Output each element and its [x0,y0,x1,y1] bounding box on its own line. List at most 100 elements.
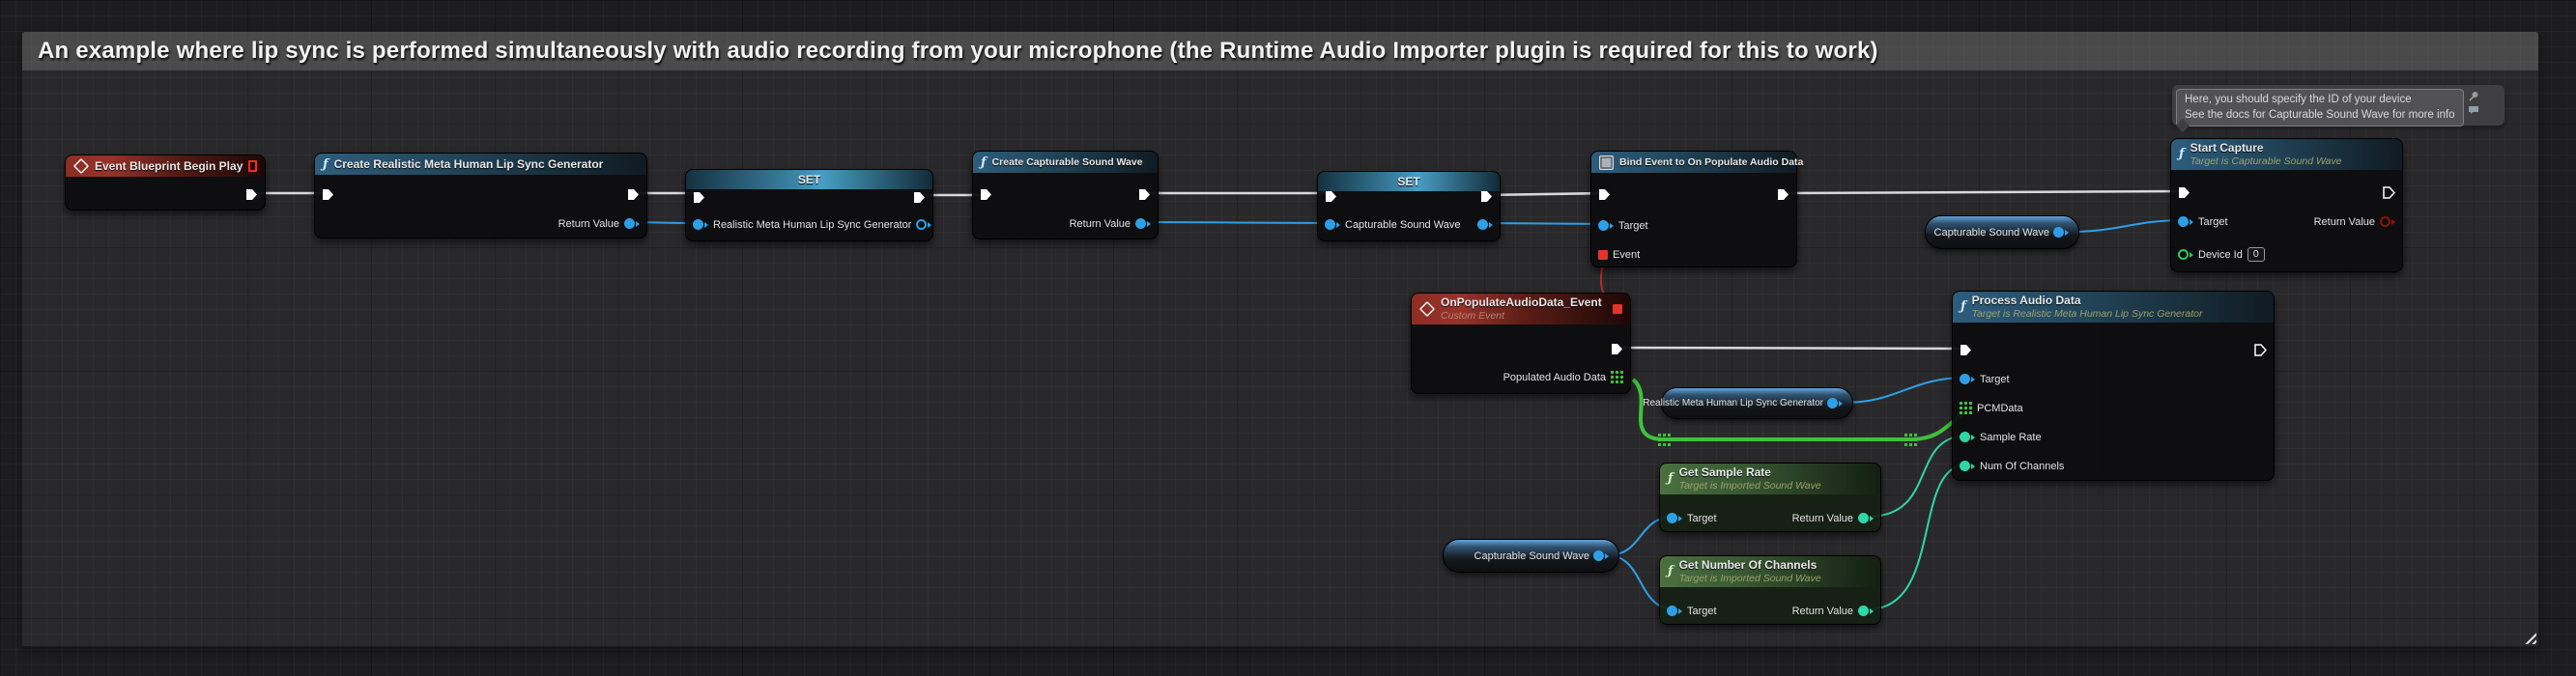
value-in-pin[interactable] [693,219,708,230]
function-icon: ƒ [1668,565,1674,577]
event-delegate-pin[interactable] [1598,250,1608,260]
target-pin[interactable] [1667,513,1682,523]
pin-label: Sample Rate [1980,432,2042,443]
blueprint-graph[interactable]: An example where lip sync is performed s… [0,0,2576,676]
device-id-input[interactable]: 0 [2247,247,2265,262]
exec-out-pin[interactable] [2383,186,2395,199]
exec-in-pin[interactable] [1598,188,1611,201]
node-create-capturable-sound-wave[interactable]: ƒ Create Capturable Sound Wave Return Va… [972,151,1159,239]
exec-in-pin[interactable] [322,188,334,201]
bubble-line1: Here, you should specify the ID of your … [2185,93,2455,108]
node-title: Bind Event to On Populate Audio Data [1619,156,1803,168]
target-pin[interactable] [1667,606,1682,616]
pin-label: Device Id [2198,249,2243,261]
node-title: Get Sample Rate [1679,466,1821,480]
node-title: SET [798,173,820,186]
exec-in-pin[interactable] [980,188,992,201]
comment-bubble-icon[interactable] [2468,105,2479,115]
node-title: Create Realistic Meta Human Lip Sync Gen… [334,157,604,171]
node-process-audio-data[interactable]: ƒ Process Audio Data Target is Realistic… [1952,291,2275,481]
node-bind-event[interactable]: Bind Event to On Populate Audio Data Tar… [1590,151,1797,268]
comment-title: An example where lip sync is performed s… [38,38,1878,65]
exec-out-pin[interactable] [1480,190,1493,203]
pin-label: PCMData [1977,403,2023,414]
node-title: Process Audio Data [1972,295,2203,308]
delegate-pin[interactable] [1613,304,1622,314]
pin-label: Target [1687,513,1717,524]
node-event-begin-play[interactable]: Event Blueprint Begin Play [65,155,266,211]
exec-in-pin[interactable] [2178,186,2190,199]
pin-label: Num Of Channels [1980,461,2064,472]
var-get-lipsync-generator[interactable]: Realistic Meta Human Lip Sync Generator [1661,387,1853,419]
return-value-pin[interactable] [1858,606,1874,616]
node-title: SET [1397,175,1419,188]
exec-out-pin[interactable] [2254,344,2267,356]
target-pin[interactable] [2178,216,2193,227]
pin-label: Return Value [558,218,619,230]
node-set-capturable-sound-wave[interactable]: SET Capturable Sound Wave [1317,171,1501,241]
node-title: Start Capture [2190,142,2342,155]
comment-titlebar[interactable]: An example where lip sync is performed s… [22,32,2538,70]
function-icon: ƒ [2179,148,2185,160]
pin-label: Target [1618,220,1648,232]
pin-label: Return Value [1792,513,1853,524]
var-get-capturable-sound-wave[interactable]: Capturable Sound Wave [1925,215,2079,249]
bind-event-icon [1599,155,1614,170]
reroute-node[interactable] [1658,434,1671,446]
node-custom-event[interactable]: OnPopulateAudioData_Event Custom Event P… [1411,293,1631,394]
variable-label: Realistic Meta Human Lip Sync Generator [1643,398,1823,408]
pushpin-icon[interactable] [2468,91,2479,102]
value-out-pin[interactable] [1477,219,1493,230]
exec-out-pin[interactable] [245,188,258,201]
target-pin[interactable] [1598,220,1614,231]
event-icon [73,158,89,174]
delegate-pin[interactable] [248,160,257,172]
node-get-number-of-channels[interactable]: ƒ Get Number Of Channels Target is Impor… [1659,555,1881,625]
exec-out-pin[interactable] [913,191,926,204]
pin-label: Event [1613,249,1640,261]
node-set-lipsync-generator[interactable]: SET Realistic Meta Human Lip Sync Genera… [685,169,933,241]
value-out-pin[interactable] [916,219,931,230]
pin-label: Populated Audio Data [1503,372,1606,383]
reroute-node[interactable] [1904,434,1917,446]
node-start-capture[interactable]: ƒ Start Capture Target is Capturable Sou… [2170,138,2403,272]
exec-out-pin[interactable] [1777,188,1789,201]
return-value-pin[interactable] [624,218,640,229]
exec-out-pin[interactable] [627,188,640,201]
return-value-pin[interactable] [1858,513,1874,523]
exec-in-pin[interactable] [1960,344,1972,356]
value-out-pin[interactable] [1593,550,1609,561]
pin-label: Return Value [2314,216,2375,228]
sample-rate-pin[interactable] [1960,432,1975,442]
node-subtitle: Target is Realistic Meta Human Lip Sync … [1972,308,2203,320]
device-id-pin[interactable] [2178,249,2193,260]
node-get-sample-rate[interactable]: ƒ Get Sample Rate Target is Imported Sou… [1659,463,1881,532]
array-in-pin[interactable] [1960,402,1972,414]
node-create-lipsync-generator[interactable]: ƒ Create Realistic Meta Human Lip Sync G… [314,153,647,239]
return-value-pin[interactable] [1135,218,1151,229]
exec-out-pin[interactable] [1138,188,1151,201]
pin-label: Target [1687,606,1717,617]
value-out-pin[interactable] [2053,227,2069,238]
function-icon: ƒ [1961,300,1966,313]
node-comment-bubble[interactable]: Here, you should specify the ID of your … [2172,85,2504,126]
num-channels-pin[interactable] [1960,461,1975,471]
variable-label: Capturable Sound Wave [1934,227,2049,239]
exec-in-pin[interactable] [1325,190,1337,203]
node-subtitle: Custom Event [1441,310,1602,322]
exec-out-pin[interactable] [1611,343,1623,355]
node-subtitle: Target is Imported Sound Wave [1679,573,1821,584]
bubble-line2: See the docs for Capturable Sound Wave f… [2185,108,2455,124]
pin-label: Return Value [1070,218,1131,230]
value-in-pin[interactable] [1325,219,1340,230]
array-out-pin[interactable] [1611,371,1623,383]
node-title: Create Capturable Sound Wave [992,156,1143,168]
node-subtitle: Target is Capturable Sound Wave [2190,155,2342,167]
value-out-pin[interactable] [1827,398,1843,408]
comment-resize-handle[interactable] [2522,630,2536,644]
pin-label: Capturable Sound Wave [1345,219,1473,231]
exec-in-pin[interactable] [693,191,705,204]
target-pin[interactable] [1960,374,1975,384]
return-value-pin[interactable] [2380,216,2395,227]
var-get-capturable-sound-wave-2[interactable]: Capturable Sound Wave [1443,539,1619,573]
